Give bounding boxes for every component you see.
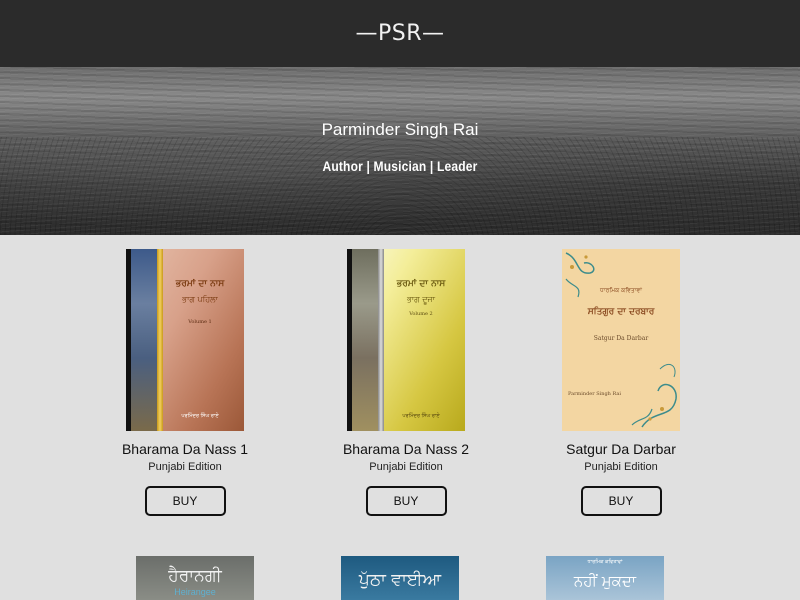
cover-spine-blue [131, 249, 157, 431]
cover-subtitle-text: Heirangee [174, 587, 216, 597]
book-title[interactable]: Bharama Da Nass 2 [326, 441, 486, 457]
book-cover-image[interactable]: ਧਾਰਮਿਕ ਕਵਿਤਾਵਾਂ ਸਤਿਗੁਰ ਦਾ ਦਰਬਾਰ Satgur D… [562, 249, 680, 431]
book-cover-nahin-mukda[interactable]: ਧਾਰਮਿਕ ਕਵਿਤਾਵਾਂ ਨਹੀਂ ਮੁਕਦਾ [546, 556, 664, 600]
cover-title-text: ਪੁੱਠਾ ਵਾਈਆ [358, 570, 442, 590]
book-card-satgur: ਧਾਰਮਿਕ ਕਵਿਤਾਵਾਂ ਸਤਿਗੁਰ ਦਾ ਦਰਬਾਰ Satgur D… [541, 249, 701, 516]
hero-banner: Parminder Singh Rai Author | Musician | … [0, 67, 800, 235]
cover-author-text: ਪਰਮਿੰਦਰ ਸਿੰਘ ਰਾਏ [402, 413, 440, 419]
cover-title-text: ਨਹੀਂ ਮੁਕਦਾ [573, 572, 637, 590]
book-cover-puttha-vaiya[interactable]: ਪੁੱਠਾ ਵਾਈਆ [341, 556, 459, 600]
hero-water-texture [0, 137, 800, 235]
hero-title: Parminder Singh Rai [321, 120, 479, 139]
cover-spine-silver [378, 249, 384, 431]
top-navbar: —PSR— [0, 0, 800, 67]
book-title[interactable]: Bharama Da Nass 1 [105, 441, 265, 457]
buy-button[interactable]: BUY [144, 486, 226, 516]
hero-subtitle: Author | Musician | Leader [322, 158, 478, 174]
cover-title-text: ਭਰਮਾਂ ਦਾ ਨਾਸ [396, 279, 446, 289]
cover-subtitle-text: Satgur Da Darbar [593, 335, 649, 342]
cover-title-text: ਹੈਰਾਨਗੀ [168, 566, 222, 586]
book-edition: Punjabi Edition [369, 461, 443, 473]
book-card-bharama-1: ਭਰਮਾਂ ਦਾ ਨਾਸ ਭਾਗ ਪਹਿਲਾ Volume 1 ਪਰਮਿੰਦਰ … [105, 249, 265, 516]
book-cover-image[interactable]: ਭਰਮਾਂ ਦਾ ਨਾਸ ਭਾਗ ਪਹਿਲਾ Volume 1 ਪਰਮਿੰਦਰ … [126, 249, 244, 431]
cover-spine-gray [352, 249, 378, 431]
buy-button[interactable]: BUY [580, 486, 662, 516]
book-card-bharama-2: ਭਰਮਾਂ ਦਾ ਨਾਸ ਭਾਗ ਦੂਜਾ Volume 2 ਪਰਮਿੰਦਰ ਸ… [326, 249, 486, 516]
cover-author-text: Parminder Singh Rai [568, 391, 621, 397]
book-edition: Punjabi Edition [584, 461, 658, 473]
book-edition: Punjabi Edition [148, 461, 222, 473]
cover-spine-gold [157, 249, 163, 431]
site-logo[interactable]: —PSR— [355, 21, 444, 46]
cover-part-text: ਭਾਗ ਦੂਜਾ [406, 295, 436, 304]
cover-volume-text: Volume 2 [409, 311, 433, 317]
cover-part-text: ਭਾਗ ਪਹਿਲਾ [182, 295, 218, 304]
book-cover-image[interactable]: ਭਰਮਾਂ ਦਾ ਨਾਸ ਭਾਗ ਦੂਜਾ Volume 2 ਪਰਮਿੰਦਰ ਸ… [347, 249, 465, 431]
cover-author-text: ਪਰਮਿੰਦਰ ਸਿੰਘ ਰਾਏ [181, 413, 219, 419]
cover-top-text: ਧਾਰਮਿਕ ਕਵਿਤਾਵਾਂ [587, 559, 623, 565]
cover-volume-text: Volume 1 [188, 319, 212, 325]
buy-button[interactable]: BUY [365, 486, 447, 516]
cover-title-text: ਸਤਿਗੁਰ ਦਾ ਦਰਬਾਰ [587, 307, 655, 317]
book-title[interactable]: Satgur Da Darbar [541, 441, 701, 457]
book-cover-heirangee[interactable]: ਹੈਰਾਨਗੀ Heirangee [136, 556, 254, 600]
cover-title-text: ਭਰਮਾਂ ਦਾ ਨਾਸ [175, 279, 225, 289]
cover-top-text: ਧਾਰਮਿਕ ਕਵਿਤਾਵਾਂ [600, 287, 642, 294]
